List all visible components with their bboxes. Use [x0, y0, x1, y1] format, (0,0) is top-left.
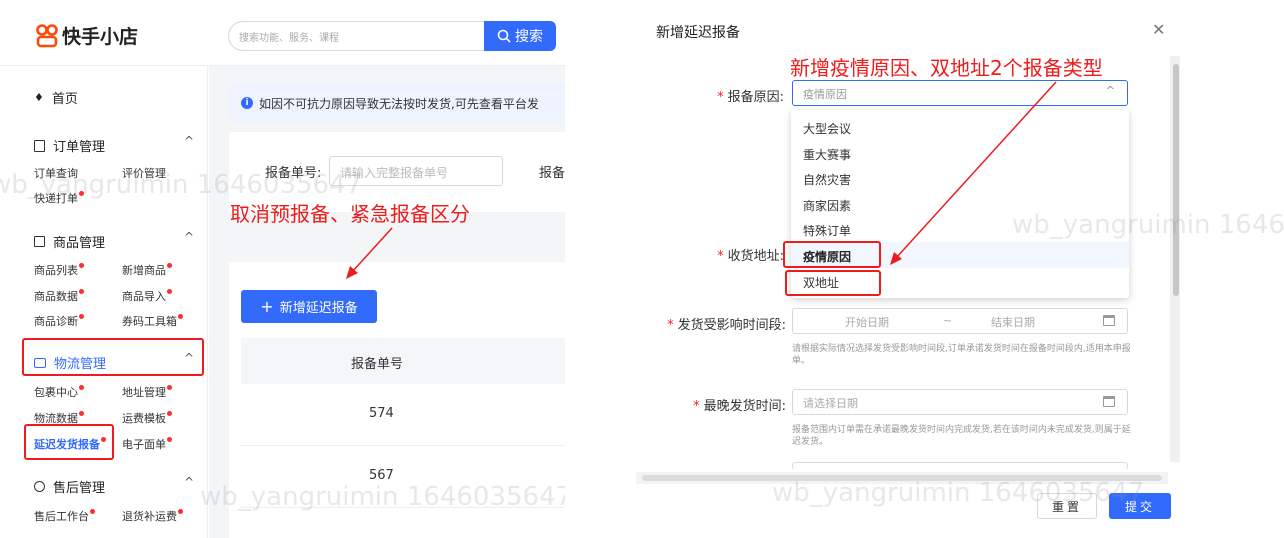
chevron-up-icon: ^: [1105, 84, 1115, 97]
latest-ship-label: * 最晚发货时间:: [693, 399, 786, 414]
reset-button[interactable]: 重置: [1037, 493, 1097, 519]
table-card: + 新增延迟报备 报备单号 574 567: [229, 262, 565, 538]
submit-button[interactable]: 提交: [1109, 493, 1171, 519]
search-button-label: 搜索: [515, 29, 543, 45]
sidebar-item-home[interactable]: ♦ 首页: [34, 88, 78, 107]
highlight-box-logistics: [22, 338, 204, 376]
shopping-bag-icon: [34, 236, 45, 247]
kuaishou-logo-icon: [36, 24, 58, 48]
search-button[interactable]: 搜索: [484, 21, 556, 51]
sidebar-item-address-mgmt[interactable]: 地址管理: [122, 384, 172, 400]
column-header-report-no: 报备单号: [351, 357, 404, 372]
sidebar-item-add-goods[interactable]: 新增商品: [122, 262, 172, 278]
sidebar-section-title: 商品管理: [53, 236, 106, 251]
table-row[interactable]: 574: [241, 384, 565, 446]
add-delay-report-button[interactable]: + 新增延迟报备: [241, 290, 377, 323]
table-header: 报备单号: [241, 338, 565, 384]
chevron-up-icon: ^: [183, 134, 194, 148]
vertical-scrollbar-thumb[interactable]: [1173, 64, 1179, 296]
sidebar-item-reviews[interactable]: 评价管理: [122, 165, 166, 181]
highlight-box-dual-address: [785, 270, 881, 296]
next-field-partial: [792, 462, 1128, 470]
sidebar-section-title: 售后管理: [53, 481, 106, 496]
sidebar-item-goods-data[interactable]: 商品数据: [34, 288, 84, 304]
reason-label: * 报备原因:: [717, 90, 784, 105]
modal-title: 新增延迟报备: [656, 25, 740, 41]
latest-date-input[interactable]: 请选择日期: [792, 389, 1128, 415]
sidebar-item-express-print[interactable]: 快递打单: [34, 190, 84, 206]
option-merchant-factor[interactable]: 商家因素: [803, 197, 851, 214]
search-input[interactable]: 搜索功能、服务、课程: [228, 21, 486, 51]
horizontal-scrollbar-thumb[interactable]: [642, 475, 1162, 481]
option-conference[interactable]: 大型会议: [803, 120, 851, 137]
sidebar-section-goods[interactable]: 商品管理 ^: [34, 230, 194, 251]
notice-banner: i 如因不可抗力原因导致无法按时发货,可先查看平台发: [229, 84, 565, 122]
sidebar-item-goods-list[interactable]: 商品列表: [34, 262, 84, 278]
search-icon: [497, 29, 511, 43]
chevron-up-icon: ^: [183, 230, 194, 244]
sidebar-item-label: 首页: [51, 92, 78, 107]
end-date-placeholder: 结束日期: [991, 316, 1035, 329]
cell-report-no: 567: [369, 468, 394, 483]
sidebar-item-goods-import[interactable]: 商品导入: [122, 288, 172, 304]
sidebar-section-aftersales[interactable]: 售后管理 ^: [34, 475, 194, 496]
table-row[interactable]: 567: [241, 446, 565, 508]
left-screenshot-panel: 快手小店 搜索功能、服务、课程 搜索 ♦ 首页 订单管理 ^ 订单查询 评价管理…: [0, 0, 565, 538]
cell-report-no: 574: [369, 406, 394, 421]
annotation-right: 新增疫情原因、双地址2个报备类型: [790, 56, 1103, 80]
sidebar-item-coupon-toolbox[interactable]: 券码工具箱: [122, 313, 183, 329]
sidebar: ♦ 首页 订单管理 ^ 订单查询 评价管理 快递打单 商品管理 ^ 商品列表 新…: [0, 66, 208, 538]
reason-select[interactable]: 疫情原因 ^: [792, 80, 1128, 106]
filter-label-2: 报备: [539, 166, 565, 181]
sidebar-item-freight-template[interactable]: 运费模板: [122, 410, 172, 426]
sidebar-item-aftersales-desk[interactable]: 售后工作台: [34, 508, 95, 524]
sidebar-item-goods-diagnose[interactable]: 商品诊断: [34, 313, 84, 329]
delay-report-modal: 新增延迟报备 ✕ * 报备原因: 疫情原因 ^ 大型会议 重大赛事 自然灾害 商家…: [632, 0, 1284, 538]
sidebar-item-order-query[interactable]: 订单查询: [34, 165, 78, 181]
sidebar-item-parcel-center[interactable]: 包裹中心: [34, 384, 84, 400]
filter-label: 报备单号:: [265, 166, 322, 181]
notice-text: 如因不可抗力原因导致无法按时发货,可先查看平台发: [259, 96, 539, 111]
highlight-box-delay-report: [24, 424, 114, 460]
latest-hint: 报备范围内订单需在承诺最晚发货时间内完成发货,若在该时间内未完成发货,则属于延迟…: [792, 425, 1131, 447]
chevron-up-icon: ^: [183, 475, 194, 489]
reason-select-value: 疫情原因: [803, 88, 847, 101]
sidebar-section-orders[interactable]: 订单管理 ^: [34, 134, 194, 155]
sidebar-item-e-waybill[interactable]: 电子面单: [122, 436, 172, 452]
app-logo-text: 快手小店: [62, 26, 139, 48]
period-hint: 请根据实际情况选择发货受影响时间段,订单承诺发货时间在报备时间段内,适用本申报单…: [792, 344, 1131, 366]
period-label: * 发货受影响时间段:: [667, 318, 786, 333]
highlight-box-epidemic: [783, 241, 881, 268]
main-content: i 如因不可抗力原因导致无法按时发货,可先查看平台发 报备单号: 请输入完整报备…: [209, 66, 565, 538]
sidebar-section-title: 订单管理: [53, 140, 106, 155]
calendar-icon: [1103, 315, 1115, 326]
address-label: * 收货地址:: [717, 249, 784, 264]
calendar-icon: [1103, 396, 1115, 407]
add-button-label: 新增延迟报备: [279, 301, 358, 316]
top-bar: 快手小店 搜索功能、服务、课程 搜索: [0, 0, 565, 66]
option-sports-event[interactable]: 重大赛事: [803, 146, 851, 163]
range-separator: ~: [943, 314, 953, 327]
info-icon: i: [241, 97, 253, 109]
home-icon: ♦: [34, 91, 44, 104]
sidebar-item-return-freight[interactable]: 退货补运费: [122, 508, 183, 524]
report-number-input[interactable]: 请输入完整报备单号: [329, 156, 503, 186]
annotation-left: 取消预报备、紧急报备区分: [230, 202, 470, 226]
latest-date-placeholder: 请选择日期: [803, 397, 858, 410]
plus-icon: +: [260, 297, 274, 316]
order-icon: [34, 139, 45, 152]
shield-check-icon: [34, 481, 45, 492]
option-special-order[interactable]: 特殊订单: [803, 222, 851, 239]
date-range-input[interactable]: 开始日期 ~ 结束日期: [792, 308, 1128, 334]
option-natural-disaster[interactable]: 自然灾害: [803, 171, 851, 188]
close-icon[interactable]: ✕: [1152, 20, 1165, 39]
start-date-placeholder: 开始日期: [845, 316, 889, 329]
